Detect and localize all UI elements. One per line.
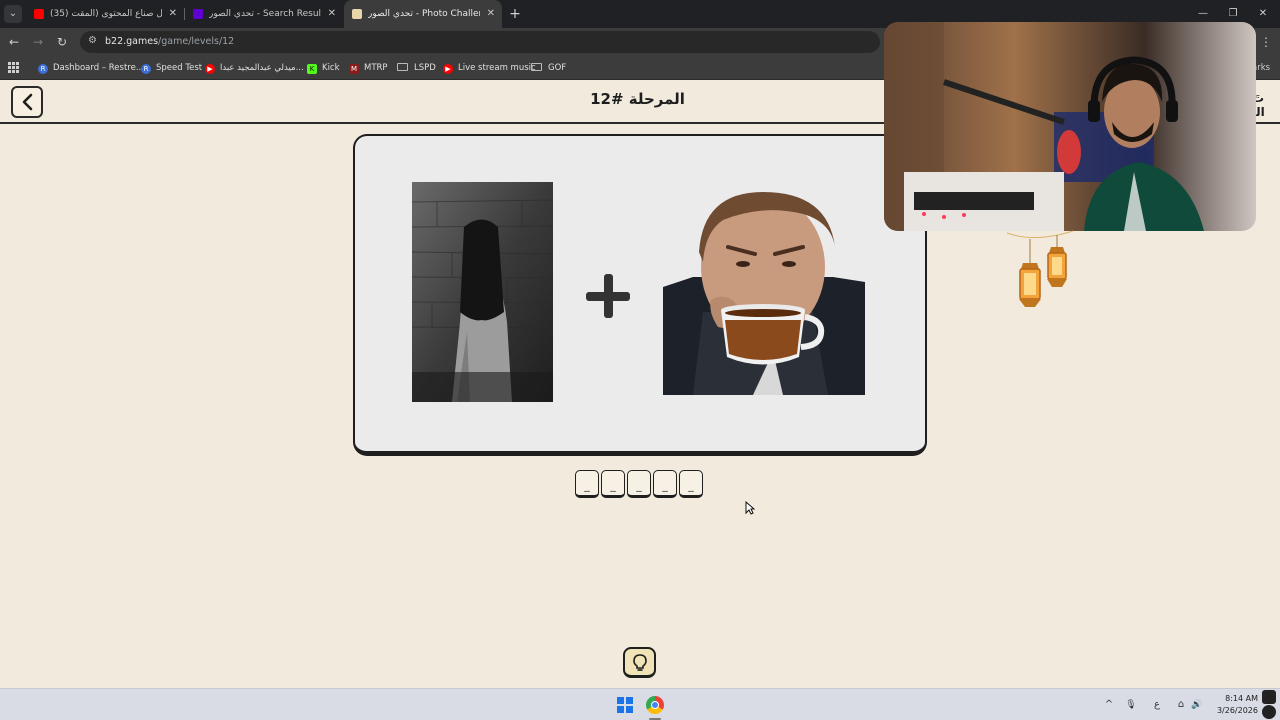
network-icon[interactable]: ⌂	[1174, 689, 1188, 720]
man-drinking-tea-photo	[663, 192, 865, 395]
close-icon[interactable]: ✕	[487, 0, 495, 28]
clock-date: 3/26/2026	[1216, 706, 1258, 715]
yahoo-icon	[193, 9, 203, 19]
kick-icon: K	[307, 64, 317, 74]
close-window-button[interactable]: ✕	[1246, 0, 1280, 28]
lightbulb-icon	[633, 654, 647, 671]
tab-title: تحدي الصور - Search Results ◦◦	[209, 9, 321, 19]
back-nav-button[interactable]: ←	[4, 32, 24, 52]
folder-icon	[531, 63, 542, 71]
input-language-indicator[interactable]: ع	[1150, 689, 1164, 720]
answer-slot[interactable]: _	[627, 470, 651, 498]
ghost-woman-photo	[412, 182, 553, 402]
close-icon[interactable]: ✕	[328, 0, 336, 28]
tab-title: تحدي الصور - Photo Challenge	[368, 9, 480, 19]
reload-button[interactable]: ↻	[52, 32, 72, 52]
site-logo[interactable]: تَ الـ	[1252, 91, 1280, 119]
microphone-icon[interactable]: 🎙	[1124, 689, 1138, 720]
volume-icon[interactable]: 🔊	[1190, 689, 1204, 720]
bookmark-live-stream-music[interactable]: ▶ Live stream music	[443, 56, 536, 80]
game-favicon-icon	[352, 9, 362, 19]
answer-slot[interactable]: _	[575, 470, 599, 498]
address-bar[interactable]: ⚙ b22.games/game/levels/12	[80, 31, 880, 53]
folder-icon	[397, 63, 408, 71]
apps-grid-icon[interactable]	[8, 62, 19, 73]
bookmark-folder-lspd[interactable]: LSPD	[397, 56, 436, 80]
new-tab-button[interactable]: +	[505, 4, 525, 24]
answer-slot[interactable]: _	[679, 470, 703, 498]
clock-time: 8:14 AM	[1225, 694, 1258, 703]
lantern-decoration-icon	[1005, 229, 1075, 314]
bookmark-folder-gof[interactable]: GOF	[531, 56, 566, 80]
bookmark-mtrp[interactable]: M MTRP	[349, 56, 388, 80]
more-menu-icon[interactable]: ⋮	[1258, 32, 1274, 52]
mic-in-use-icon[interactable]	[1262, 690, 1276, 704]
close-icon[interactable]: ✕	[169, 0, 177, 28]
windows-start-icon[interactable]	[617, 697, 633, 713]
tab-search-button[interactable]: ⌄	[4, 5, 22, 23]
bookmark-medley[interactable]: ▶ ميدلي عبدالمجيد عبدا...	[205, 56, 304, 80]
youtube-icon: ▶	[205, 64, 215, 74]
clock[interactable]: 8:14 AM 3/26/2026	[1206, 693, 1258, 717]
site-info-icon[interactable]: ⚙	[88, 35, 97, 46]
level-title: المرحلة #12	[590, 90, 685, 108]
webcam-overlay	[884, 22, 1256, 231]
chrome-taskbar-icon[interactable]	[646, 696, 664, 714]
puzzle-card	[353, 134, 927, 456]
bookmark-dashboard[interactable]: R Dashboard – Restre...	[38, 56, 144, 80]
youtube-icon	[34, 9, 44, 19]
bookmark-speed-test[interactable]: R Speed Test	[141, 56, 202, 80]
url-text: b22.games/game/levels/12	[105, 36, 235, 47]
mtrp-icon: M	[349, 64, 359, 74]
plus-icon	[584, 272, 632, 320]
notifications-icon[interactable]	[1262, 705, 1276, 719]
chevron-left-icon	[22, 93, 33, 111]
tab-photo-challenge[interactable]: تحدي الصور - Photo Challenge ✕	[344, 0, 502, 28]
windows-taskbar: ^ 🎙 ع ⌂ 🔊 8:14 AM 3/26/2026	[0, 688, 1280, 720]
answer-slot[interactable]: _	[653, 470, 677, 498]
hint-button[interactable]	[623, 647, 656, 678]
back-button[interactable]	[11, 86, 43, 118]
forward-nav-button[interactable]: →	[28, 32, 48, 52]
tab-youtube[interactable]: (35) مشاكل صناع المحتوى (المقت ✕	[26, 0, 184, 28]
restream-icon: R	[38, 64, 48, 74]
bookmark-kick[interactable]: K Kick	[307, 56, 340, 80]
answer-slots: _ _ _ _ _	[574, 470, 706, 500]
tab-title: (35) مشاكل صناع المحتوى (المقت	[50, 9, 162, 19]
answer-slot[interactable]: _	[601, 470, 625, 498]
youtube-icon: ▶	[443, 64, 453, 74]
tray-overflow-chevron-icon[interactable]: ^	[1102, 689, 1116, 720]
restream-icon: R	[141, 64, 151, 74]
tab-search-results[interactable]: تحدي الصور - Search Results ◦◦ ✕	[185, 0, 343, 28]
mouse-cursor-icon	[745, 500, 756, 519]
